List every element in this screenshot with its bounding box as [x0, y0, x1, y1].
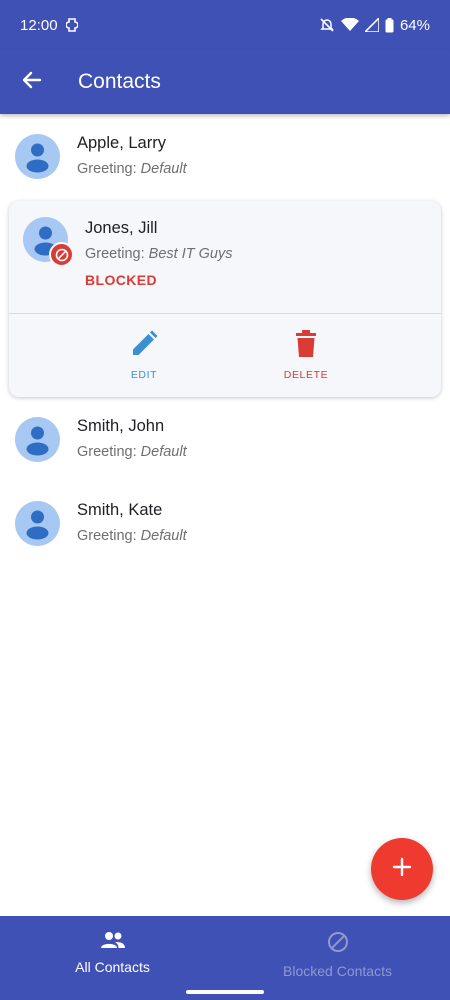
add-contact-button[interactable]	[371, 838, 433, 900]
nav-item-blocked-contacts[interactable]: Blocked Contacts	[225, 916, 450, 1000]
blocked-status-label: BLOCKED	[85, 272, 158, 288]
signal-icon	[364, 18, 379, 32]
page-title: Contacts	[78, 70, 161, 93]
person-icon	[26, 426, 49, 455]
delete-label: DELETE	[283, 369, 329, 381]
mute-icon	[319, 17, 335, 33]
delete-button[interactable]: DELETE	[251, 314, 361, 397]
contact-name: Apple, Larry	[77, 134, 166, 152]
trash-icon	[294, 330, 318, 363]
plus-icon	[392, 857, 412, 882]
edit-button[interactable]: EDIT	[89, 314, 199, 397]
contact-row-smith-kate[interactable]: Smith, Kate Greeting: Default	[0, 481, 450, 565]
contact-greeting: Greeting: Default	[77, 528, 187, 544]
contact-greeting: Greeting: Best IT Guys	[85, 246, 233, 262]
home-indicator[interactable]	[186, 990, 264, 994]
block-badge-icon	[49, 242, 74, 267]
sim-notification-icon	[65, 18, 78, 32]
app-bar: Contacts	[0, 50, 450, 114]
avatar	[15, 416, 60, 462]
contact-name: Smith, Kate	[77, 501, 163, 519]
contact-name: Jones, Jill	[85, 219, 158, 237]
battery-level: 64%	[399, 16, 430, 34]
status-time: 12:00	[20, 16, 58, 34]
nav-label: Blocked Contacts	[283, 963, 392, 979]
battery-icon	[385, 17, 394, 33]
pencil-icon	[130, 330, 158, 363]
avatar	[15, 500, 60, 546]
contact-list: Apple, Larry Greeting: Default Jones, Ji…	[0, 114, 450, 565]
block-icon	[327, 931, 349, 958]
nav-label: All Contacts	[75, 959, 150, 975]
person-icon	[26, 510, 49, 539]
avatar	[15, 133, 60, 179]
contact-row-apple-larry[interactable]: Apple, Larry Greeting: Default	[0, 114, 450, 198]
people-icon	[100, 931, 126, 954]
nav-item-all-contacts[interactable]: All Contacts	[0, 916, 225, 1000]
arrow-back-icon	[22, 70, 42, 95]
status-bar: 12:00 64%	[0, 0, 450, 50]
back-button[interactable]	[0, 50, 64, 114]
contact-greeting: Greeting: Default	[77, 444, 187, 460]
wifi-icon	[340, 18, 359, 32]
person-icon	[26, 143, 49, 172]
contact-name: Smith, John	[77, 417, 165, 435]
contact-row-smith-john[interactable]: Smith, John Greeting: Default	[0, 397, 450, 481]
card-actions: EDIT DELETE	[9, 314, 441, 397]
contacts-app: 12:00 64% Contacts Apple, Larry Greeting…	[0, 0, 450, 1000]
contact-card-jones-jill[interactable]: Jones, Jill Greeting: Best IT Guys BLOCK…	[9, 201, 441, 397]
bottom-navigation: All Contacts Blocked Contacts	[0, 916, 450, 1000]
contact-greeting: Greeting: Default	[77, 161, 187, 177]
edit-label: EDIT	[130, 369, 158, 381]
